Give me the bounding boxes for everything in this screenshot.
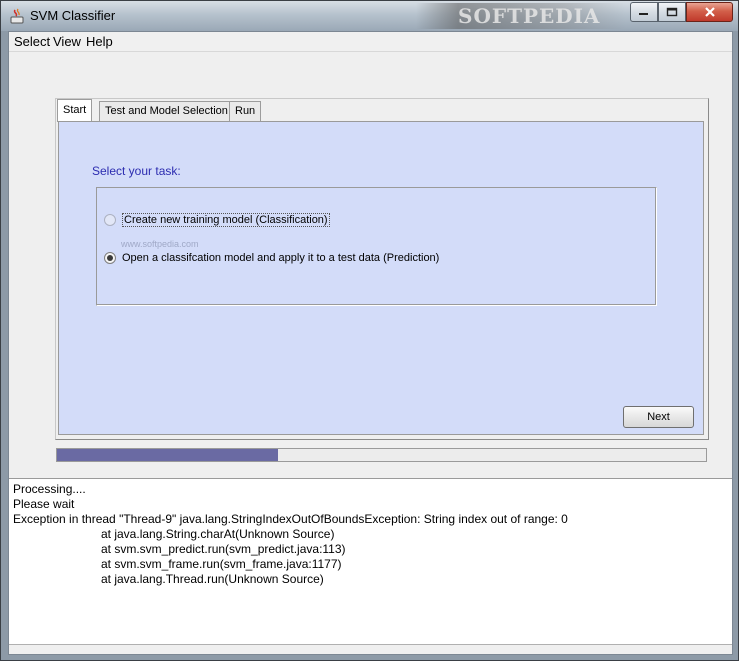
option-label: Open a classifcation model and apply it … <box>122 252 440 264</box>
console-line: Please wait <box>13 497 75 511</box>
menu-help[interactable]: Help <box>84 34 115 49</box>
output-console[interactable]: Processing.... Please wait Exception in … <box>9 478 732 644</box>
softpedia-url-watermark: www.softpedia.com <box>121 239 199 249</box>
maximize-button[interactable] <box>658 2 686 22</box>
minimize-icon <box>639 13 648 15</box>
task-prompt: Select your task: <box>92 164 181 178</box>
console-line: at java.lang.String.charAt(Unknown Sourc… <box>101 527 335 541</box>
radio-button-selected[interactable] <box>104 252 116 264</box>
progress-bar <box>56 448 707 462</box>
client-area: Select View Help Start Test and Model Se… <box>8 31 733 655</box>
tab-test-and-model-selection[interactable]: Test and Model Selection <box>99 101 234 121</box>
console-line: at svm.svm_predict.run(svm_predict.java:… <box>101 542 346 556</box>
menu-view[interactable]: View <box>51 34 83 49</box>
option-open-classification-model[interactable]: Open a classifcation model and apply it … <box>104 252 439 264</box>
minimize-button[interactable] <box>630 2 658 22</box>
option-label: Create new training model (Classificatio… <box>122 213 330 227</box>
maximize-icon <box>666 7 678 17</box>
console-line: Exception in thread "Thread-9" java.lang… <box>13 512 568 526</box>
status-strip <box>9 644 732 654</box>
softpedia-watermark: SOFTPEDIA <box>416 3 626 29</box>
java-app-icon[interactable] <box>10 8 24 24</box>
app-window: SVM Classifier SOFTPEDIA Select View Hel… <box>0 0 739 661</box>
progress-fill <box>57 449 278 461</box>
console-line: at svm.svm_frame.run(svm_frame.java:1177… <box>101 557 342 571</box>
tab-start[interactable]: Start <box>57 99 93 122</box>
next-button[interactable]: Next <box>623 406 694 428</box>
window-title: SVM Classifier <box>30 8 116 23</box>
radio-button[interactable] <box>104 214 116 226</box>
menu-bar: Select View Help <box>9 32 732 52</box>
close-button[interactable] <box>686 2 733 22</box>
menu-select[interactable]: Select <box>12 34 52 49</box>
close-icon <box>704 7 715 17</box>
console-line: Processing.... <box>13 482 86 496</box>
title-bar[interactable]: SVM Classifier SOFTPEDIA <box>1 1 738 31</box>
tab-run[interactable]: Run <box>229 101 262 121</box>
start-panel: Select your task: Create new training mo… <box>58 121 704 435</box>
console-line: at java.lang.Thread.run(Unknown Source) <box>101 572 324 586</box>
option-create-training-model[interactable]: Create new training model (Classificatio… <box>104 213 330 227</box>
